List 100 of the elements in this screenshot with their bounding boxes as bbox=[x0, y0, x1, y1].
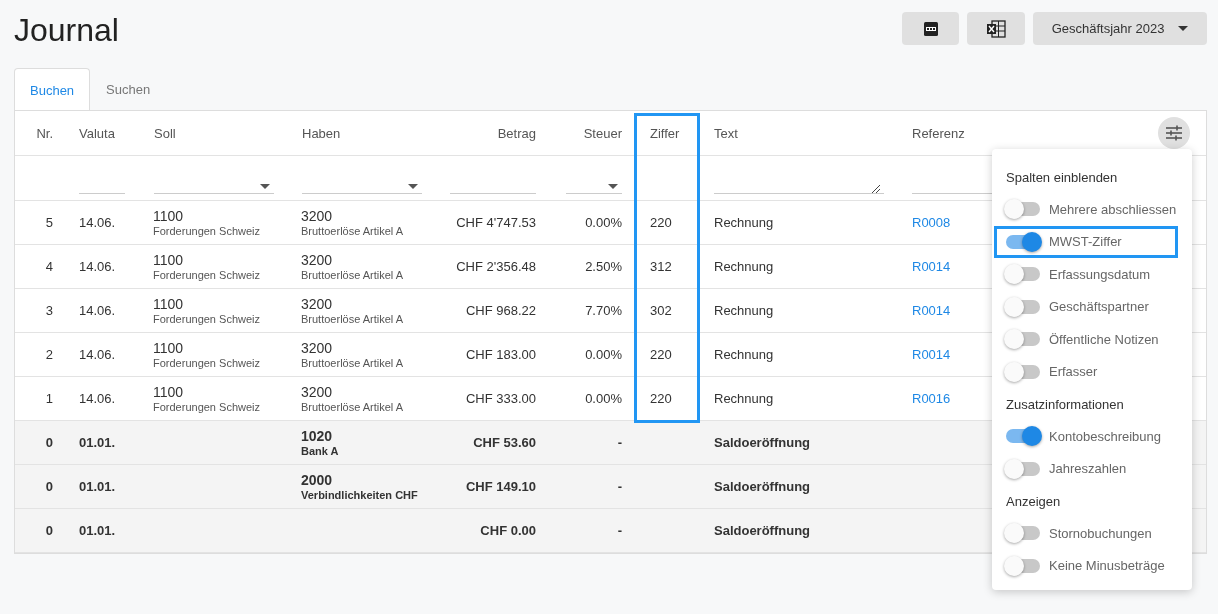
spreadsheet-icon bbox=[986, 19, 1006, 38]
tax-code: 220 bbox=[650, 347, 672, 362]
option-label: Erfassungsdatum bbox=[1049, 266, 1151, 282]
tax-rate: - bbox=[617, 479, 622, 494]
pdf-export-button[interactable] bbox=[902, 12, 959, 45]
account-number: 3200 bbox=[301, 207, 333, 224]
reference-link[interactable]: R0014 bbox=[912, 259, 951, 274]
toggle-switch[interactable] bbox=[1006, 429, 1040, 444]
column-header: Ziffer bbox=[650, 125, 680, 141]
toggle-switch[interactable] bbox=[1006, 267, 1040, 282]
toggle-switch[interactable] bbox=[1006, 364, 1040, 379]
option-label: Geschäftspartner bbox=[1049, 299, 1149, 315]
toggle-switch[interactable] bbox=[1006, 299, 1040, 314]
account-name: Forderungen Schweiz bbox=[153, 355, 260, 370]
toggle-switch[interactable] bbox=[1006, 332, 1040, 347]
booking-text: Saldoeröffnung bbox=[714, 479, 811, 494]
column-header: Haben bbox=[302, 125, 341, 141]
column-header: Text bbox=[714, 125, 738, 141]
caret-icon bbox=[1178, 25, 1189, 32]
account-name: Bank A bbox=[301, 443, 339, 458]
toggle-switch[interactable] bbox=[1006, 558, 1040, 573]
account-number: 1100 bbox=[153, 295, 184, 312]
account-number: 1100 bbox=[153, 339, 184, 356]
account-name: Bruttoerlöse Artikel A bbox=[301, 223, 404, 238]
amount: CHF 333.00 bbox=[465, 391, 536, 406]
account-number: 1020 bbox=[301, 427, 333, 444]
fiscal-year-dropdown[interactable]: Geschäftsjahr 2023 bbox=[1033, 12, 1207, 45]
toggle-switch[interactable] bbox=[1006, 234, 1040, 249]
option-label: Mehrere abschliessen bbox=[1049, 201, 1177, 217]
tax-code: 312 bbox=[650, 259, 672, 274]
amount: CHF 968.22 bbox=[465, 303, 536, 318]
account-name: Forderungen Schweiz bbox=[153, 267, 260, 282]
entry-number: 1 bbox=[45, 391, 53, 406]
caret-icon bbox=[408, 184, 418, 189]
tab[interactable]: Suchen bbox=[90, 67, 167, 110]
tax-rate: - bbox=[617, 435, 622, 450]
value-date: 14.06. bbox=[79, 215, 116, 230]
entry-number: 2 bbox=[45, 347, 53, 362]
excel-export-button[interactable] bbox=[967, 12, 1025, 45]
value-date: 14.06. bbox=[79, 303, 116, 318]
tax-rate: - bbox=[617, 523, 622, 538]
entry-number: 3 bbox=[45, 303, 53, 318]
booking-text: Rechnung bbox=[714, 391, 774, 406]
entry-number: 4 bbox=[45, 259, 53, 274]
account-number: 1100 bbox=[153, 207, 184, 224]
column-header: Steuer bbox=[583, 125, 622, 141]
tax-rate: 2.50% bbox=[585, 259, 622, 274]
account-number: 1100 bbox=[153, 383, 184, 400]
section-heading: Spalten einblenden bbox=[1005, 168, 1119, 187]
settings-icon bbox=[1165, 125, 1183, 141]
reference-link[interactable]: R0014 bbox=[912, 303, 951, 318]
option-label: Erfasser bbox=[1049, 364, 1098, 380]
booking-text: Rechnung bbox=[714, 303, 774, 318]
tax-code: 302 bbox=[650, 303, 672, 318]
account-number: 3200 bbox=[301, 383, 333, 400]
booking-text: Saldoeröffnung bbox=[714, 435, 811, 450]
tab[interactable]: Buchen bbox=[14, 68, 91, 111]
amount: CHF 0.00 bbox=[480, 523, 536, 538]
option-label: Keine Minusbeträge bbox=[1049, 558, 1165, 574]
column-header: Nr. bbox=[36, 125, 53, 141]
value-date: 14.06. bbox=[79, 391, 116, 406]
value-date: 01.01. bbox=[79, 479, 116, 494]
toggle-switch[interactable] bbox=[1006, 202, 1040, 217]
column-settings-button[interactable] bbox=[1158, 117, 1190, 149]
resize-handle-icon bbox=[872, 185, 880, 193]
tax-rate: 0.00% bbox=[585, 391, 622, 406]
amount: CHF 149.10 bbox=[465, 479, 536, 494]
option-label: Kontobeschreibung bbox=[1049, 428, 1162, 444]
reference-link[interactable]: R0008 bbox=[912, 215, 951, 230]
section-heading: Zusatzinformationen bbox=[1005, 395, 1125, 414]
option-label: Stornobuchungen bbox=[1049, 525, 1152, 541]
value-date: 14.06. bbox=[79, 347, 116, 362]
account-name: Bruttoerlöse Artikel A bbox=[301, 355, 404, 370]
toggle-switch[interactable] bbox=[1006, 461, 1040, 476]
amount: CHF 4'747.53 bbox=[456, 215, 536, 230]
entry-number: 0 bbox=[45, 523, 53, 538]
account-number: 2000 bbox=[301, 471, 333, 488]
tax-rate: 7.70% bbox=[585, 303, 622, 318]
account-name: Bruttoerlöse Artikel A bbox=[301, 311, 404, 326]
reference-link[interactable]: R0016 bbox=[912, 391, 951, 406]
toggle-switch[interactable] bbox=[1006, 526, 1040, 541]
tax-code: 220 bbox=[650, 215, 672, 230]
option-label: Jahreszahlen bbox=[1049, 461, 1127, 477]
entry-number: 5 bbox=[45, 215, 53, 230]
column-header: Soll bbox=[154, 125, 176, 141]
account-number: 3200 bbox=[301, 295, 333, 312]
account-name: Forderungen Schweiz bbox=[153, 223, 260, 238]
account-number: 3200 bbox=[301, 251, 333, 268]
value-date: 14.06. bbox=[79, 259, 116, 274]
amount: CHF 2'356.48 bbox=[456, 259, 536, 274]
option-label: MWST-Ziffer bbox=[1049, 234, 1122, 250]
reference-link[interactable]: R0014 bbox=[912, 347, 951, 362]
entry-number: 0 bbox=[45, 479, 53, 494]
column-header: Valuta bbox=[79, 125, 115, 141]
caret-icon bbox=[608, 184, 618, 189]
booking-text: Saldoeröffnung bbox=[714, 523, 811, 538]
entry-number: 0 bbox=[45, 435, 53, 450]
option-label: Öffentliche Notizen bbox=[1049, 331, 1159, 347]
booking-text: Rechnung bbox=[714, 259, 774, 274]
account-name: Forderungen Schweiz bbox=[153, 311, 260, 326]
